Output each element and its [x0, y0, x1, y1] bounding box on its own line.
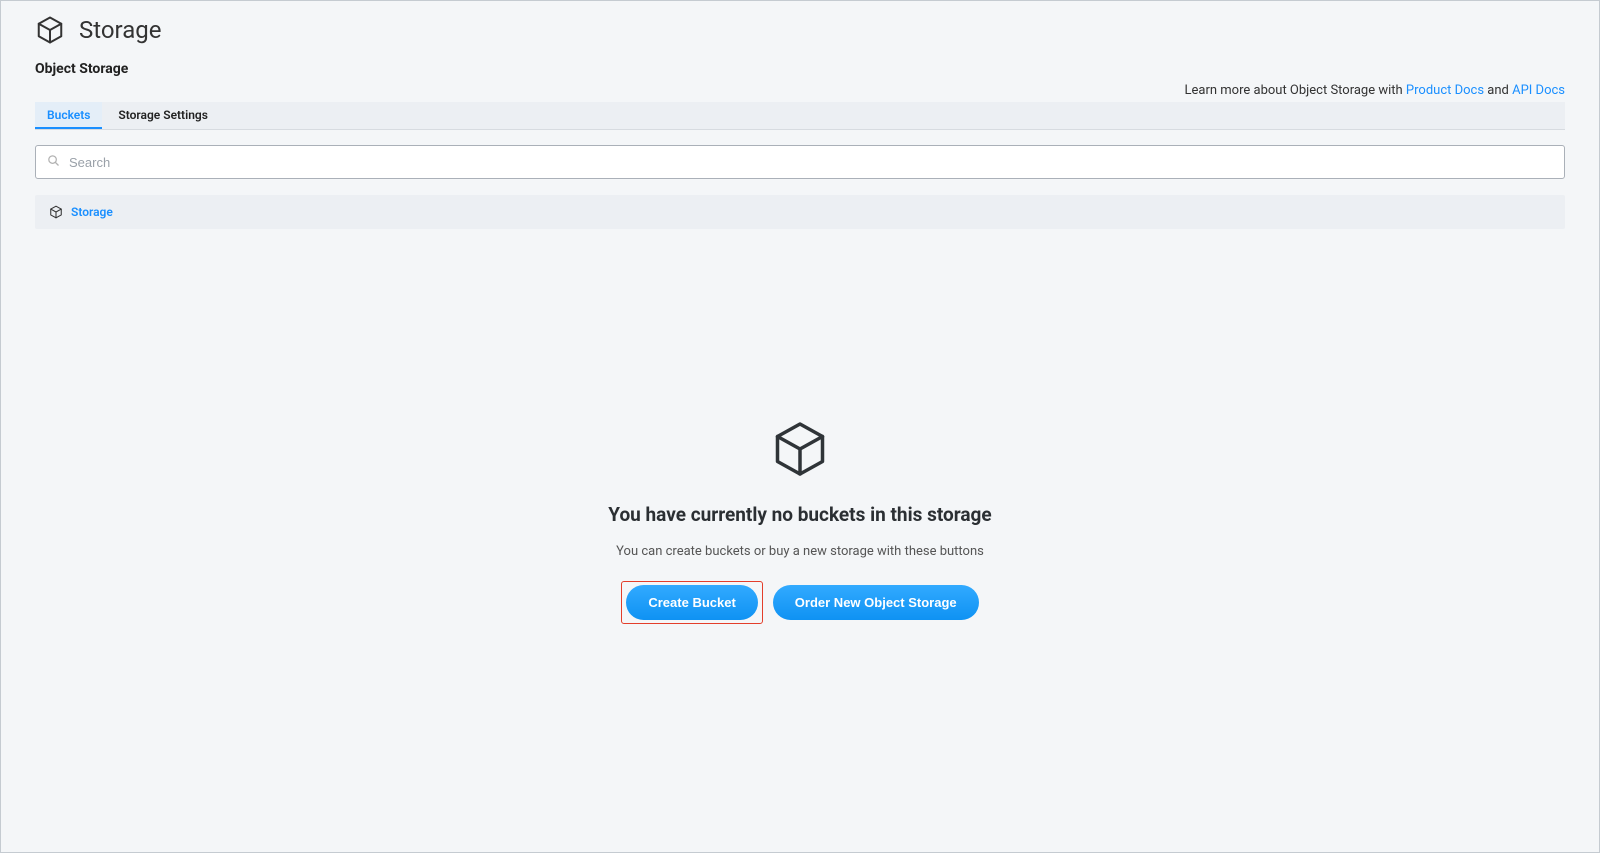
- docs-prefix-text: Learn more about Object Storage with: [1185, 83, 1406, 98]
- breadcrumb-storage-link[interactable]: Storage: [71, 205, 113, 219]
- breadcrumb-cube-icon: [49, 205, 63, 219]
- search-box[interactable]: [35, 145, 1565, 179]
- search-icon: [46, 153, 61, 172]
- empty-state-title: You have currently no buckets in this st…: [35, 503, 1565, 526]
- tab-bar: Buckets Storage Settings: [35, 102, 1565, 130]
- storage-cube-icon: [35, 15, 65, 45]
- search-input[interactable]: [61, 155, 1554, 170]
- order-new-storage-button[interactable]: Order New Object Storage: [773, 585, 979, 620]
- page-title: Storage: [79, 16, 161, 44]
- create-bucket-button[interactable]: Create Bucket: [626, 585, 757, 620]
- page-header: Storage: [35, 15, 1565, 45]
- product-docs-link[interactable]: Product Docs: [1406, 83, 1484, 98]
- empty-state-subtitle: You can create buckets or buy a new stor…: [35, 544, 1565, 559]
- section-subtitle: Object Storage: [35, 61, 1565, 77]
- breadcrumb: Storage: [35, 195, 1565, 229]
- empty-state: You have currently no buckets in this st…: [35, 419, 1565, 624]
- docs-joiner-text: and: [1484, 83, 1512, 98]
- api-docs-link[interactable]: API Docs: [1512, 83, 1565, 98]
- docs-help-line: Learn more about Object Storage with Pro…: [35, 83, 1565, 98]
- tab-storage-settings[interactable]: Storage Settings: [106, 102, 219, 129]
- create-bucket-highlight: Create Bucket: [621, 581, 762, 624]
- tab-buckets[interactable]: Buckets: [35, 102, 102, 129]
- empty-state-cube-icon: [35, 419, 1565, 479]
